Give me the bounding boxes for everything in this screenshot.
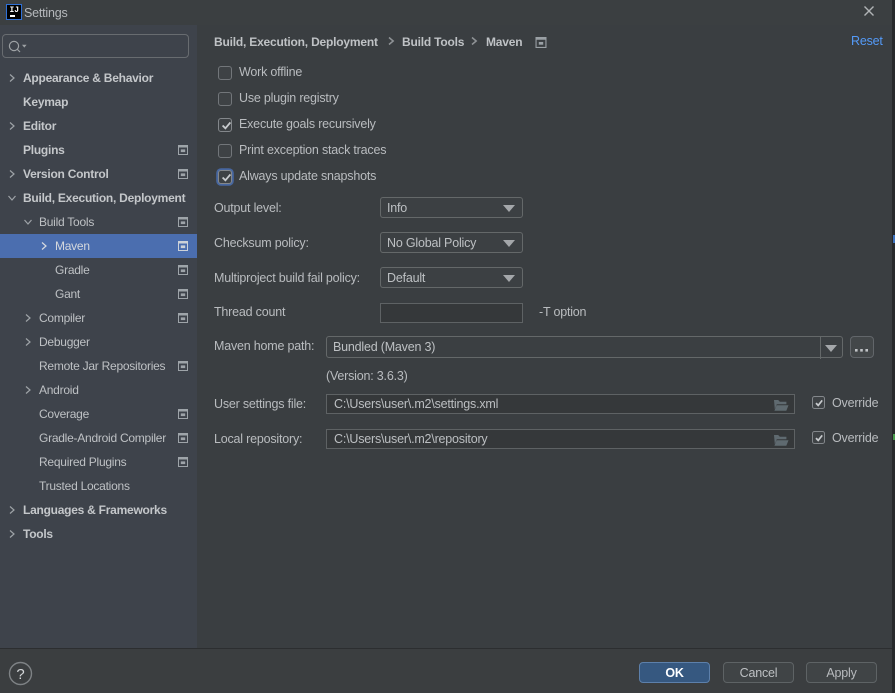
svg-text:?: ? [16, 666, 24, 683]
